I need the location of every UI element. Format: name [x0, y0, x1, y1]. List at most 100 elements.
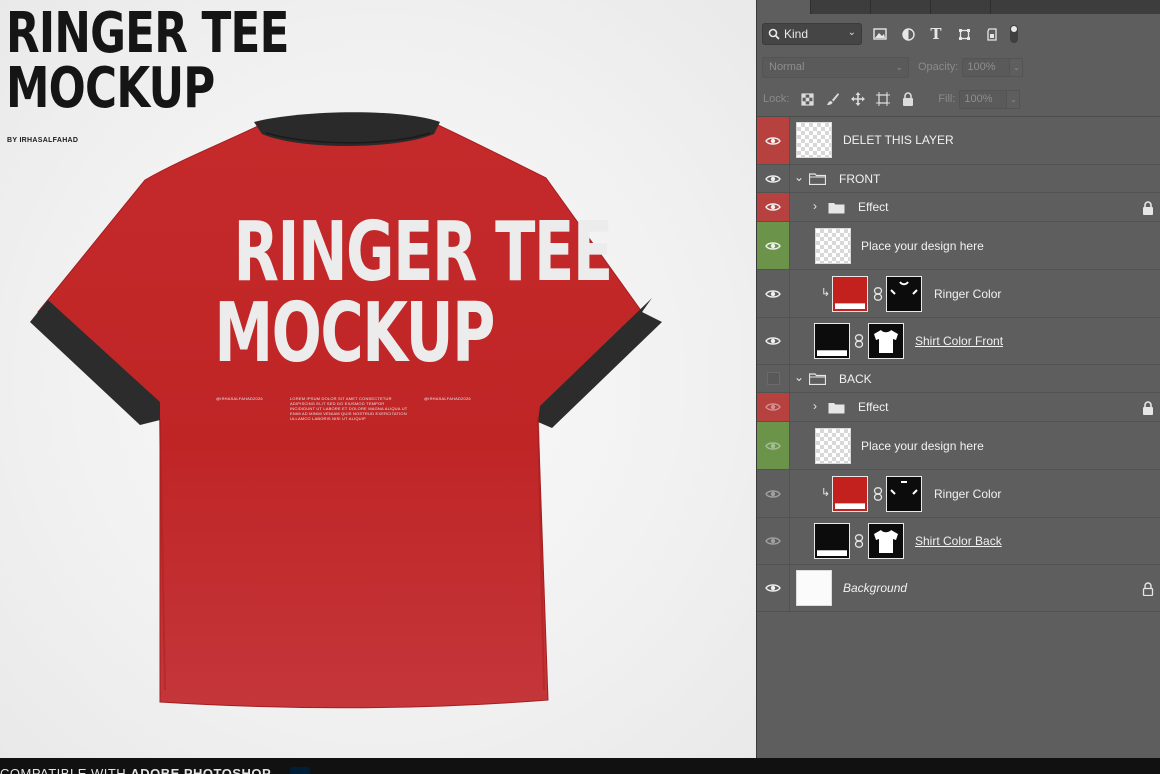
opacity-input[interactable]: 100% ⌄: [962, 57, 1024, 77]
layer-group-row[interactable]: › Effect: [757, 393, 1160, 422]
adjustment-thumbnail: [832, 476, 868, 512]
layer-thumbnail: [796, 122, 832, 158]
layer-name: Place your design here: [861, 239, 984, 253]
chevron-down-icon: ⌄: [895, 61, 903, 72]
fill-label: Fill:: [938, 93, 956, 105]
adjustment-thumbnail: [814, 323, 850, 359]
shirt-print-small-left: @IRHASALFAHAD2026: [216, 396, 263, 401]
layer-row[interactable]: DELET THIS LAYER: [757, 117, 1160, 165]
footer-prefix: COMPATIBLE WITH: [0, 766, 131, 774]
clipping-arrow-icon: ↳: [821, 287, 831, 299]
layer-group-row[interactable]: ⌄ FRONT: [757, 165, 1160, 193]
layer-name: Ringer Color: [934, 287, 1002, 301]
folder-icon: [809, 373, 826, 385]
footer-text: COMPATIBLE WITH ADOBE PHOTOSHOP: [0, 766, 271, 774]
lock-icon: [1143, 401, 1153, 415]
opacity-label: Opacity:: [918, 61, 959, 73]
visibility-eye-icon[interactable]: [757, 222, 790, 269]
adjustment-filter-icon[interactable]: [894, 23, 922, 45]
tab-layers[interactable]: [757, 0, 811, 14]
chevron-down-icon[interactable]: ⌄: [794, 170, 804, 184]
filter-kind-label: Kind: [784, 27, 809, 41]
visibility-eye-icon[interactable]: [757, 270, 790, 317]
shirt-print-line1: RINGER TEE: [233, 205, 614, 300]
chevron-down-icon: ⌄: [847, 27, 856, 38]
search-icon: [768, 28, 780, 40]
layer-row[interactable]: ↳ Ringer Color: [757, 470, 1160, 518]
layer-row[interactable]: Place your design here: [757, 422, 1160, 470]
folder-icon: [828, 403, 845, 414]
lock-artboard-icon[interactable]: [870, 89, 895, 109]
chevron-down-icon[interactable]: ⌄: [1006, 89, 1021, 109]
chevron-down-icon[interactable]: ⌄: [1009, 57, 1024, 77]
visibility-eye-icon[interactable]: [757, 518, 790, 564]
visibility-eye-empty[interactable]: [757, 365, 790, 392]
image-filter-icon[interactable]: [866, 23, 894, 45]
lock-transparency-icon[interactable]: [795, 89, 820, 109]
locks-label: Lock:: [763, 93, 790, 105]
layers-panel: Kind ⌄ T Normal ⌄ Opacity: 100% ⌄ Lock: …: [756, 0, 1160, 758]
lock-pixels-brush-icon[interactable]: [820, 89, 845, 109]
blend-row: Normal ⌄ Opacity: 100% ⌄: [757, 55, 1160, 79]
link-icon: [854, 334, 864, 348]
lock-all-icon[interactable]: [895, 89, 920, 109]
visibility-eye-icon[interactable]: [757, 422, 790, 469]
lock-row: Lock: Fill: 100% ⌄: [757, 86, 1160, 112]
visibility-eye-icon[interactable]: [757, 393, 790, 421]
panel-tab-bar: [757, 0, 1160, 14]
blend-mode-select[interactable]: Normal ⌄: [762, 56, 909, 78]
tab-paths[interactable]: [871, 0, 931, 14]
layer-name: Effect: [858, 200, 889, 214]
layer-thumbnail: [796, 570, 832, 606]
smart-object-thumbnail: [815, 428, 851, 464]
smart-object-thumbnail: [815, 228, 851, 264]
lock-position-move-icon[interactable]: [845, 89, 870, 109]
layer-name: Shirt Color Front: [915, 334, 1004, 348]
layer-row[interactable]: Background: [757, 565, 1160, 612]
mask-thumbnail: [868, 523, 904, 559]
chevron-right-icon[interactable]: ›: [813, 199, 817, 213]
filter-kind-select[interactable]: Kind ⌄: [762, 23, 862, 45]
chevron-right-icon[interactable]: ›: [813, 399, 817, 413]
layer-name: Place your design here: [861, 439, 984, 453]
folder-icon: [809, 173, 826, 185]
layer-row[interactable]: ↳ Ringer Color: [757, 270, 1160, 318]
layer-name: FRONT: [839, 172, 881, 186]
layer-group-row[interactable]: › Effect: [757, 193, 1160, 222]
visibility-eye-icon[interactable]: [757, 565, 790, 611]
visibility-eye-icon[interactable]: [757, 318, 790, 364]
layer-filter-row: Kind ⌄ T: [757, 20, 1160, 48]
folder-icon: [828, 203, 845, 214]
shape-filter-icon[interactable]: [950, 23, 978, 45]
layer-row[interactable]: Place your design here: [757, 222, 1160, 270]
lock-icon: [1143, 201, 1153, 215]
visibility-eye-icon[interactable]: [757, 193, 790, 221]
fill-input[interactable]: 100% ⌄: [959, 89, 1021, 109]
fill-value: 100%: [964, 93, 993, 105]
opacity-value: 100%: [967, 61, 996, 73]
layer-row[interactable]: Shirt Color Back: [757, 518, 1160, 565]
type-filter-icon[interactable]: T: [922, 23, 950, 45]
adjustment-thumbnail: [832, 276, 868, 312]
tab-channels[interactable]: [811, 0, 871, 14]
shirt-print-small-center: LOREM IPSUM DOLOR SIT AMET CONSECTETUR A…: [290, 396, 408, 421]
filter-toggle-switch[interactable]: [1010, 25, 1018, 43]
photoshop-logo-icon: [290, 767, 310, 774]
mockup-preview: RINGER TEE MOCKUP BY IRHASALFAHAD RINGER…: [0, 0, 756, 758]
app-screen: RINGER TEE MOCKUP BY IRHASALFAHAD RINGER…: [0, 0, 1160, 774]
layer-name: Background: [843, 581, 908, 595]
layer-name: Shirt Color Back: [915, 534, 1002, 548]
layer-group-row[interactable]: ⌄ BACK: [757, 365, 1160, 393]
visibility-eye-icon[interactable]: [757, 470, 790, 517]
tab-other[interactable]: [931, 0, 991, 14]
layer-row[interactable]: Shirt Color Front: [757, 318, 1160, 365]
visibility-eye-icon[interactable]: [757, 165, 790, 192]
visibility-eye-icon[interactable]: [757, 117, 790, 164]
link-icon: [873, 487, 883, 501]
shirt-print-small-right: @IRHASALFAHAD2026: [424, 396, 471, 401]
smart-object-filter-icon[interactable]: [978, 23, 1006, 45]
blend-mode-value: Normal: [769, 61, 805, 73]
mask-thumbnail: [868, 323, 904, 359]
link-icon: [854, 534, 864, 548]
chevron-down-icon[interactable]: ⌄: [794, 370, 804, 384]
